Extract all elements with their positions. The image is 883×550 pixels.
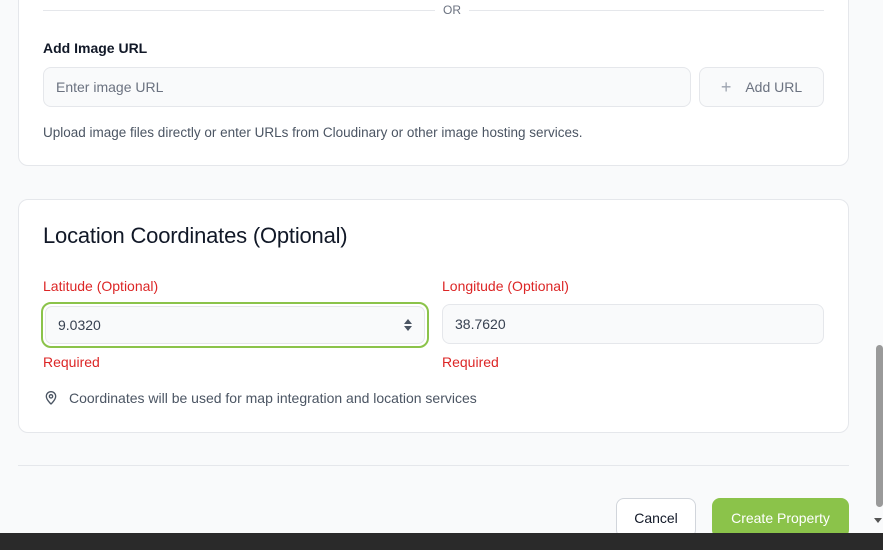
add-image-url-label: Add Image URL [43, 40, 148, 56]
add-url-label: Add URL [745, 79, 803, 95]
latitude-label: Latitude (Optional) [43, 278, 159, 294]
bottom-bar [0, 533, 883, 550]
longitude-input[interactable]: 38.7620 [442, 304, 824, 344]
add-url-button[interactable]: + Add URL [699, 67, 824, 107]
coordinates-note: Coordinates will be used for map integra… [43, 390, 477, 406]
footer-divider [18, 465, 849, 466]
location-title: Location Coordinates (Optional) [43, 223, 348, 248]
location-card: Location Coordinates (Optional) Latitude… [18, 199, 849, 433]
latitude-value: 9.0320 [58, 317, 101, 333]
or-divider [43, 10, 824, 11]
coordinates-note-text: Coordinates will be used for map integra… [69, 390, 477, 406]
image-upload-card: OR Add Image URL + Add URL Upload image … [18, 0, 849, 166]
latitude-error: Required [43, 354, 100, 370]
longitude-value: 38.7620 [455, 316, 506, 332]
number-spinner-icon[interactable] [404, 319, 412, 331]
spin-up-icon[interactable] [404, 319, 412, 324]
longitude-error: Required [442, 354, 499, 370]
scroll-down-arrow-icon[interactable] [874, 518, 882, 523]
image-url-input[interactable] [43, 67, 691, 107]
image-help-text: Upload image files directly or enter URL… [43, 125, 583, 140]
plus-icon: + [720, 77, 732, 97]
or-text: OR [435, 3, 469, 17]
latitude-input[interactable]: 9.0320 [45, 306, 425, 344]
create-property-button[interactable]: Create Property [712, 498, 849, 538]
scrollbar-thumb[interactable] [876, 345, 883, 507]
latitude-focus-ring: 9.0320 [41, 302, 429, 348]
cancel-button[interactable]: Cancel [616, 498, 696, 538]
map-pin-icon [45, 391, 57, 405]
longitude-label: Longitude (Optional) [442, 278, 569, 294]
spin-down-icon[interactable] [404, 326, 412, 331]
